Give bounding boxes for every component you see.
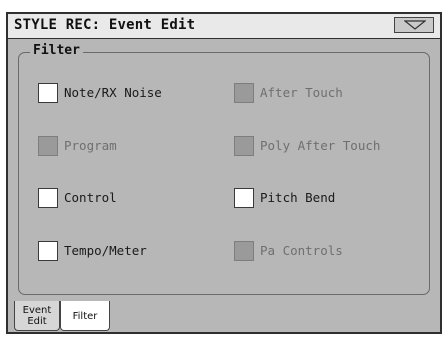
after-touch-checkbox xyxy=(234,83,254,103)
tempo-meter-checkbox[interactable] xyxy=(38,241,58,261)
filter-panel-label: Filter xyxy=(30,43,83,58)
triangle-down-icon xyxy=(404,20,426,30)
tempo-meter-label: Tempo/Meter xyxy=(64,243,147,258)
tab-event-edit[interactable]: Event Edit xyxy=(14,301,60,331)
program-checkbox xyxy=(38,136,58,156)
event-edit-window: STYLE REC: Event Edit Filter Note/RX Noi… xyxy=(6,12,442,334)
poly-after-touch-label: Poly After Touch xyxy=(260,138,381,153)
pa-controls-checkbox xyxy=(234,241,254,261)
control-checkbox[interactable] xyxy=(38,188,58,208)
page-title: STYLE REC: Event Edit xyxy=(14,17,196,33)
tab-filter[interactable]: Filter xyxy=(60,301,110,331)
tab-filter-label: Filter xyxy=(72,311,98,322)
poly-after-touch-checkbox xyxy=(234,136,254,156)
program-label: Program xyxy=(64,138,117,153)
note-rx-noise-label: Note/RX Noise xyxy=(64,85,162,100)
pitch-bend-label: Pitch Bend xyxy=(260,190,336,205)
note-rx-noise-checkbox[interactable] xyxy=(38,83,58,103)
tab-event-edit-line2: Edit xyxy=(27,316,47,327)
pitch-bend-checkbox[interactable] xyxy=(234,188,254,208)
tab-event-edit-line1: Event xyxy=(22,305,52,316)
control-label: Control xyxy=(64,190,117,205)
pa-controls-label: Pa Controls xyxy=(260,243,343,258)
page-menu-button[interactable] xyxy=(394,17,434,33)
tab-bar: Event Edit Filter xyxy=(8,300,440,332)
after-touch-label: After Touch xyxy=(260,85,343,100)
title-bar: STYLE REC: Event Edit xyxy=(8,14,440,39)
